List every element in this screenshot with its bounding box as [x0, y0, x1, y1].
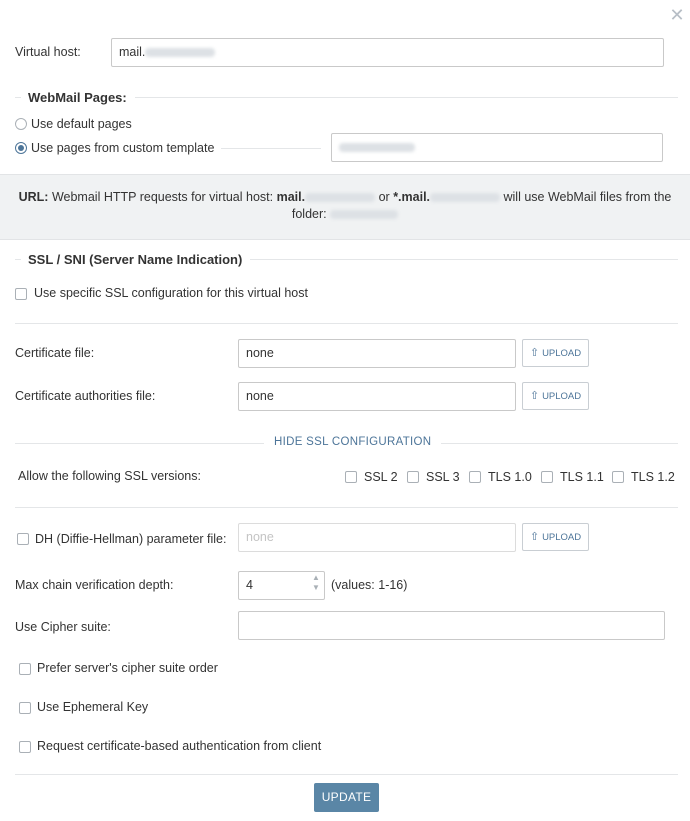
- use-specific-ssl-label: Use specific SSL configuration for this …: [34, 286, 308, 300]
- tls12-label: TLS 1.2: [631, 470, 675, 484]
- certificate-file-input[interactable]: none: [238, 339, 516, 368]
- upload-icon: ⇧: [529, 347, 540, 359]
- custom-template-label: Use pages from custom template: [31, 141, 215, 155]
- dh-label: DH (Diffie-Hellman) parameter file:: [35, 532, 227, 546]
- versions-divider: [15, 507, 678, 508]
- url-folder: folder:: [291, 207, 327, 221]
- virtual-host-label: Virtual host:: [15, 45, 81, 59]
- tls10-checkbox[interactable]: [469, 471, 481, 483]
- tls10-label: TLS 1.0: [488, 470, 532, 484]
- url-label: URL:: [18, 190, 49, 204]
- ssl3-label: SSL 3: [426, 470, 460, 484]
- url-info-text: URL: Webmail HTTP requests for virtual h…: [0, 189, 690, 223]
- custom-template-connector: [221, 148, 321, 149]
- stepper-down-icon[interactable]: ▼: [310, 583, 322, 593]
- dh-file-input[interactable]: none: [238, 523, 516, 552]
- tls11-checkbox[interactable]: [541, 471, 553, 483]
- custom-template-input[interactable]: [331, 133, 663, 162]
- client-auth-checkbox[interactable]: [19, 741, 31, 753]
- ca-upload-button[interactable]: ⇧ UPLOAD: [522, 382, 589, 410]
- ssl-subdivider: [15, 323, 678, 324]
- redacted-host: [305, 193, 376, 203]
- dh-checkbox[interactable]: [17, 533, 29, 545]
- ca-file-label: Certificate authorities file:: [15, 389, 156, 403]
- ephemeral-key-label: Use Ephemeral Key: [37, 700, 149, 714]
- stepper-up-icon[interactable]: ▲: [310, 573, 322, 583]
- depth-label: Max chain verification depth:: [15, 578, 174, 592]
- footer-divider: [15, 774, 678, 775]
- upload-label: UPLOAD: [542, 348, 582, 359]
- certificate-upload-button[interactable]: ⇧ UPLOAD: [522, 339, 589, 367]
- webmail-heading: WebMail Pages:: [21, 90, 135, 105]
- ssl3-checkbox[interactable]: [407, 471, 419, 483]
- dh-upload-button[interactable]: ⇧ UPLOAD: [522, 523, 589, 551]
- prefer-server-checkbox[interactable]: [19, 663, 31, 675]
- tls12-checkbox[interactable]: [612, 471, 624, 483]
- upload-label: UPLOAD: [542, 532, 582, 543]
- client-auth-label: Request certificate-based authentication…: [37, 739, 322, 753]
- upload-icon: ⇧: [529, 531, 540, 543]
- radio-default-pages[interactable]: [15, 118, 27, 130]
- tls11-label: TLS 1.1: [560, 470, 604, 484]
- url-wildcard-prefix: *.mail.: [393, 190, 431, 204]
- virtual-host-prefix: mail.: [119, 45, 146, 59]
- cipher-input[interactable]: [238, 611, 665, 640]
- redacted-wildcard-host: [430, 193, 501, 203]
- use-specific-ssl-checkbox[interactable]: [15, 288, 27, 300]
- depth-hint: (values: 1-16): [331, 578, 408, 592]
- upload-icon: ⇧: [529, 390, 540, 402]
- url-host-prefix: mail.: [276, 190, 306, 204]
- radio-custom-template[interactable]: [15, 142, 27, 154]
- depth-stepper[interactable]: ▲ ▼: [310, 573, 322, 597]
- redacted-domain: [145, 48, 216, 58]
- prefer-server-label: Prefer server's cipher suite order: [37, 661, 218, 675]
- ca-file-input[interactable]: none: [238, 382, 516, 411]
- virtual-host-input[interactable]: mail.: [111, 38, 664, 67]
- cipher-label: Use Cipher suite:: [15, 620, 111, 634]
- default-pages-label: Use default pages: [31, 117, 132, 131]
- redacted-template: [339, 143, 415, 153]
- redacted-folder: [330, 210, 399, 220]
- ssl-heading: SSL / SNI (Server Name Indication): [21, 252, 251, 267]
- upload-label: UPLOAD: [542, 391, 582, 402]
- update-button[interactable]: UPDATE: [314, 783, 379, 812]
- ssl-versions-label: Allow the following SSL versions:: [18, 469, 201, 483]
- ssl2-checkbox[interactable]: [345, 471, 357, 483]
- hide-ssl-config-link[interactable]: HIDE SSL CONFIGURATION: [264, 436, 442, 448]
- ssl2-label: SSL 2: [364, 470, 398, 484]
- url-text-after: will use WebMail files from the: [503, 190, 672, 204]
- ephemeral-key-checkbox[interactable]: [19, 702, 31, 714]
- url-or: or: [378, 190, 390, 204]
- url-text-before: Webmail HTTP requests for virtual host:: [51, 190, 274, 204]
- certificate-file-label: Certificate file:: [15, 346, 95, 360]
- close-icon[interactable]: ✕: [668, 6, 686, 24]
